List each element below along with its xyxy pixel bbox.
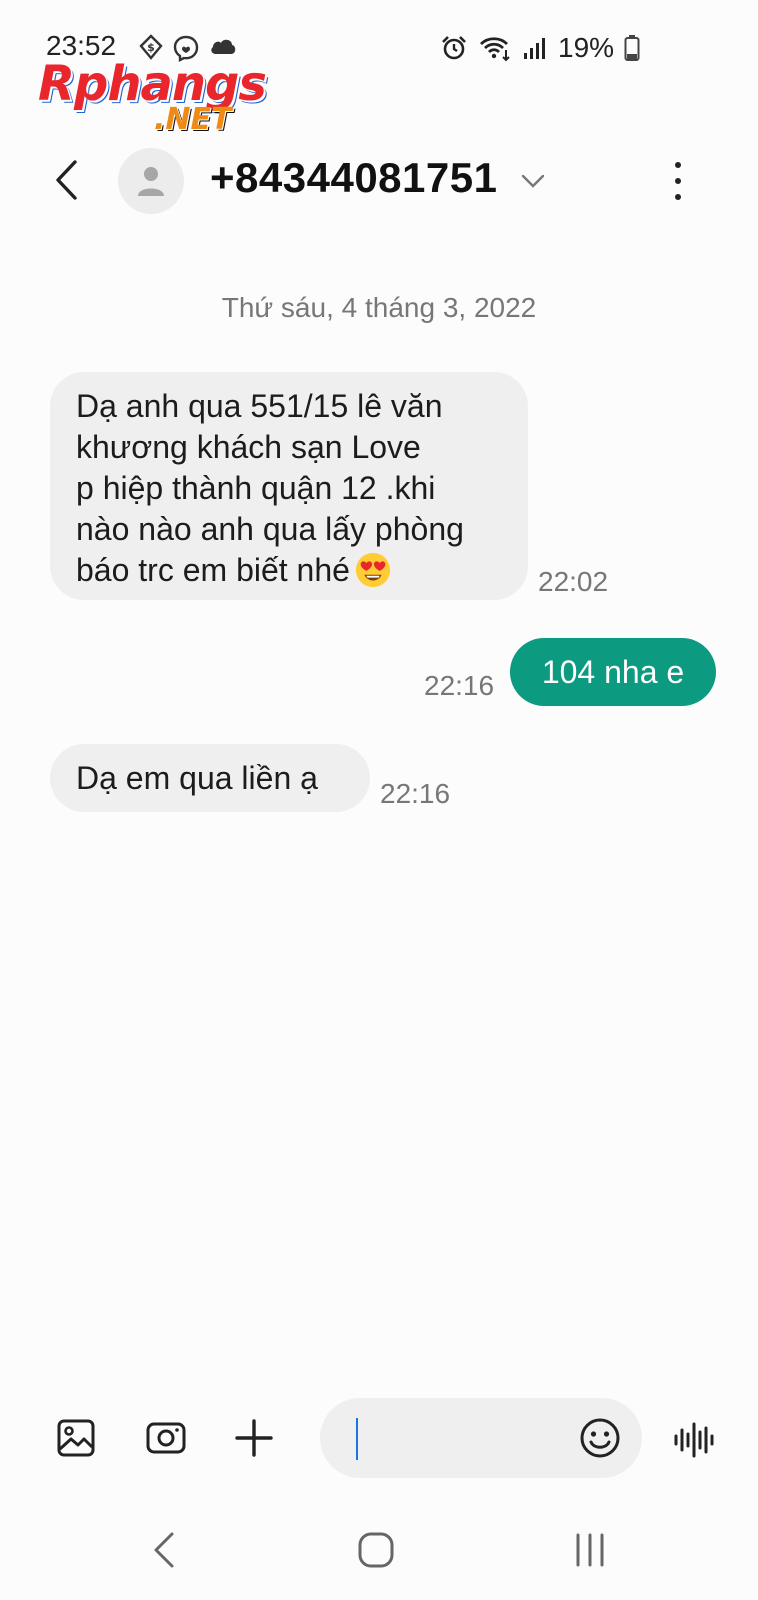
incoming-message[interactable]: Dạ anh qua 551/15 lê văn khương khách sạ… [50, 372, 528, 600]
message-text: Dạ em qua liền ạ [76, 759, 318, 796]
contact-avatar[interactable] [118, 148, 184, 214]
outgoing-message[interactable]: 104 nha e [510, 638, 716, 706]
message-line: nào nào anh qua lấy phòng [76, 511, 464, 547]
date-divider: Thứ sáu, 4 tháng 3, 2022 [221, 292, 537, 323]
more-options-button[interactable] [668, 158, 688, 204]
contact-name[interactable]: +84344081751 [210, 154, 497, 202]
voice-record-icon[interactable] [672, 1418, 716, 1462]
message-time: 22:16 [380, 778, 451, 809]
more-dot-icon [675, 178, 681, 184]
person-icon [138, 167, 164, 196]
message-input[interactable] [354, 1416, 564, 1460]
nav-recents-icon[interactable] [572, 1532, 608, 1568]
message-time: 22:16 [424, 670, 495, 701]
message-line: Dạ anh qua 551/15 lê văn [76, 388, 443, 424]
camera-button[interactable] [142, 1414, 190, 1462]
message-time: 22:02 [538, 566, 609, 597]
battery-percent: 19% [558, 32, 615, 63]
image-icon [57, 1419, 95, 1457]
back-button[interactable] [44, 158, 88, 202]
signal-icon [524, 38, 545, 59]
more-dot-icon [675, 194, 681, 200]
wifi-icon [480, 37, 510, 62]
message-line: khương khách sạn Love [76, 429, 421, 465]
message-line-text: báo trc em biết nhé [76, 552, 350, 588]
add-attachment-button[interactable] [230, 1414, 278, 1462]
nav-home-icon[interactable] [356, 1530, 396, 1570]
status-right-icons: 19% [440, 32, 640, 64]
message-line: báo trc em biết nhé [76, 550, 502, 591]
alarm-icon [442, 36, 466, 60]
svg-text:$: $ [147, 41, 155, 54]
watermark-text: Rphangs [38, 56, 267, 112]
watermark-logo: Rphangs .NET [38, 56, 268, 140]
chevron-down-icon[interactable] [520, 168, 546, 194]
text-caret [356, 1418, 358, 1460]
battery-icon [624, 35, 640, 61]
plus-icon [235, 1419, 273, 1457]
emoji-icon[interactable] [578, 1416, 622, 1460]
nav-back-icon[interactable] [148, 1530, 180, 1570]
message-line: p hiệp thành quận 12 .khi [76, 470, 436, 506]
heart-eyes-emoji [355, 552, 391, 588]
message-text: 104 nha e [541, 653, 685, 690]
gallery-button[interactable] [52, 1414, 100, 1462]
incoming-message[interactable]: Dạ em qua liền ạ [50, 744, 370, 812]
camera-icon [146, 1422, 186, 1454]
more-dot-icon [675, 162, 681, 168]
chevron-left-icon [56, 160, 77, 200]
message-compose-field[interactable] [320, 1398, 642, 1478]
cloud-icon [211, 39, 236, 54]
watermark-suffix: .NET [154, 102, 232, 137]
